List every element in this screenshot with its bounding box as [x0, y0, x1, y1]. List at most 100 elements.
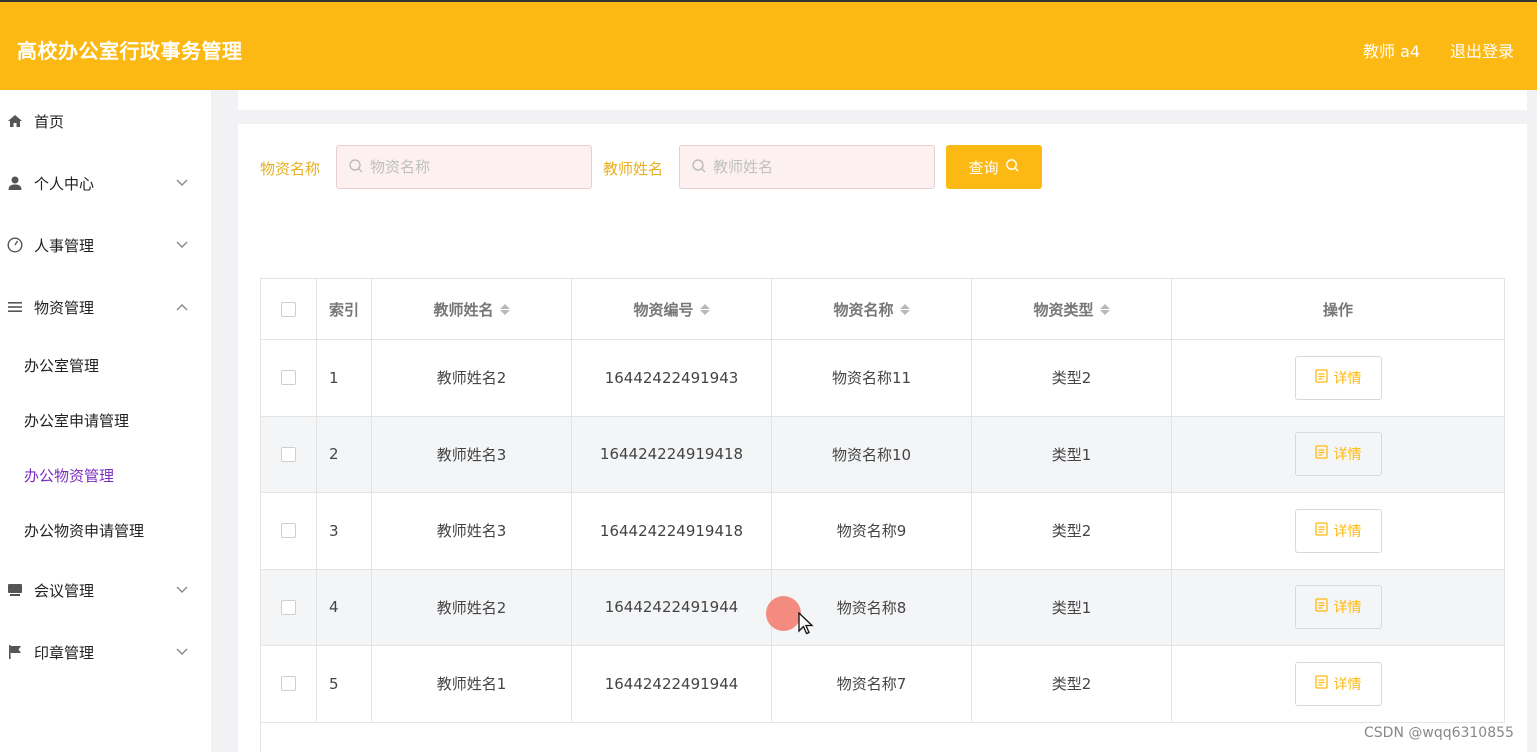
column-header-label: 操作	[1322, 300, 1353, 319]
teacher-name-label: 教师姓名	[603, 160, 664, 178]
cell-text: 164424224919418	[599, 521, 744, 540]
column-header-action: 操作	[1172, 279, 1505, 340]
row-select-cell	[261, 646, 317, 723]
top-header: 高校办公室行政事务管理 教师 a4 退出登录	[0, 0, 1537, 90]
cell-name: 物资名称11	[772, 340, 972, 417]
cell-name: 物资名称7	[772, 646, 972, 723]
row-checkbox[interactable]	[281, 370, 296, 386]
cell-text: 类型2	[1051, 369, 1092, 388]
row-checkbox[interactable]	[281, 523, 296, 539]
list-icon	[7, 299, 23, 315]
detail-button[interactable]: 详情	[1294, 355, 1382, 400]
select-all-cell	[261, 279, 317, 340]
detail-button[interactable]: 详情	[1294, 661, 1382, 706]
sidebar-item-profile[interactable]: 个人中心	[0, 163, 211, 203]
cell-type: 类型2	[972, 646, 1172, 723]
material-name-input[interactable]	[370, 146, 585, 188]
column-header-label: 物资名称	[833, 300, 894, 319]
chevron-down-icon	[176, 646, 188, 659]
cell-code: 16442422491943	[572, 340, 772, 417]
detail-button[interactable]: 详情	[1294, 508, 1382, 553]
row-checkbox[interactable]	[281, 676, 296, 692]
column-header-type[interactable]: 物资类型	[972, 279, 1172, 340]
sidebar-item-label: 印章管理	[34, 643, 95, 662]
cell-action: 详情	[1172, 493, 1505, 570]
document-icon	[1314, 369, 1328, 387]
chevron-down-icon	[176, 239, 188, 252]
table-row: 4 教师姓名2 16442422491944 物资名称8 类型1 详情	[261, 569, 1505, 646]
search-icon	[348, 158, 364, 174]
sidebar-subitem-materials-application[interactable]: 办公物资申请管理	[0, 510, 211, 550]
table-row: 5 教师姓名1 16442422491944 物资名称7 类型2 详情	[261, 646, 1505, 723]
sort-icon[interactable]	[899, 303, 910, 315]
row-select-cell	[261, 416, 317, 493]
sidebar-item-meetings[interactable]: 会议管理	[0, 570, 211, 610]
cell-type: 类型2	[972, 493, 1172, 570]
column-header-code[interactable]: 物资编号	[572, 279, 772, 340]
row-select-cell	[261, 569, 317, 646]
table-row: 2 教师姓名3 164424224919418 物资名称10 类型1 详情	[261, 416, 1505, 493]
cell-index: 4	[317, 569, 372, 646]
detail-button[interactable]: 详情	[1294, 432, 1382, 477]
cell-text: 类型2	[1051, 522, 1092, 541]
sidebar-subitem-office[interactable]: 办公室管理	[0, 345, 211, 385]
cell-name: 物资名称9	[772, 493, 972, 570]
detail-button-label: 详情	[1333, 370, 1362, 387]
sidebar-item-label: 会议管理	[34, 581, 95, 600]
sidebar-subitem-office-materials[interactable]: 办公物资管理	[0, 455, 211, 495]
select-all-checkbox[interactable]	[281, 301, 296, 317]
breadcrumb	[238, 90, 1527, 110]
cell-text: 16442422491944	[604, 598, 739, 617]
cell-text: 教师姓名2	[436, 598, 507, 617]
row-checkbox[interactable]	[281, 599, 296, 615]
document-icon	[1314, 522, 1328, 540]
teacher-name-input[interactable]	[713, 146, 928, 188]
sidebar-item-seals[interactable]: 印章管理	[0, 632, 211, 672]
row-select-cell	[261, 493, 317, 570]
column-header-name[interactable]: 物资名称	[772, 279, 972, 340]
cell-text: 类型1	[1051, 598, 1092, 617]
detail-button-label: 详情	[1333, 600, 1362, 617]
column-header-label: 教师姓名	[433, 300, 494, 319]
sort-icon[interactable]	[499, 303, 510, 315]
document-icon	[1314, 675, 1328, 693]
detail-button-label: 详情	[1333, 447, 1362, 464]
cell-teacher: 教师姓名2	[372, 569, 572, 646]
watermark: CSDN @wqq6310855	[1364, 725, 1514, 741]
cell-text: 164424224919418	[599, 445, 744, 464]
app-title: 高校办公室行政事务管理	[17, 39, 243, 63]
cell-text: 物资名称11	[831, 369, 912, 388]
sidebar-subitem-label: 办公物资申请管理	[24, 521, 145, 540]
sidebar-subitem-office-application[interactable]: 办公室申请管理	[0, 400, 211, 440]
cell-text: 物资名称7	[836, 675, 907, 694]
search-icon	[691, 158, 707, 174]
sidebar-item-materials[interactable]: 物资管理	[0, 287, 211, 327]
sort-icon[interactable]	[1099, 303, 1110, 315]
query-button[interactable]: 查询	[946, 145, 1042, 189]
teacher-name-search[interactable]	[679, 145, 935, 189]
cell-text: 16442422491943	[604, 368, 739, 387]
row-checkbox[interactable]	[281, 446, 296, 462]
sidebar-item-label: 物资管理	[34, 298, 95, 317]
column-header-index: 索引	[317, 279, 372, 340]
sidebar-subitem-label: 办公室申请管理	[24, 411, 130, 430]
material-name-search[interactable]	[336, 145, 592, 189]
sidebar: 首页 个人中心 人事管理 物资管理 办公室管理 办公室申请管理 办公物资管理 办…	[0, 90, 211, 752]
cell-index: 5	[317, 646, 372, 723]
cell-index: 1	[317, 340, 372, 417]
cell-index: 3	[317, 493, 372, 570]
sidebar-subitem-label: 办公物资管理	[24, 466, 115, 485]
sidebar-item-home[interactable]: 首页	[0, 101, 211, 141]
table-row: 3 教师姓名3 164424224919418 物资名称9 类型2 详情	[261, 493, 1505, 570]
cell-teacher: 教师姓名2	[372, 340, 572, 417]
cell-text: 4	[329, 598, 339, 617]
click-indicator	[766, 596, 801, 631]
chevron-down-icon	[176, 584, 188, 597]
flag-icon	[7, 644, 23, 660]
sidebar-item-personnel[interactable]: 人事管理	[0, 225, 211, 265]
cell-code: 16442422491944	[572, 569, 772, 646]
column-header-teacher[interactable]: 教师姓名	[372, 279, 572, 340]
logout-link[interactable]: 退出登录	[1450, 38, 1514, 62]
detail-button[interactable]: 详情	[1294, 585, 1382, 630]
sort-icon[interactable]	[699, 303, 710, 315]
